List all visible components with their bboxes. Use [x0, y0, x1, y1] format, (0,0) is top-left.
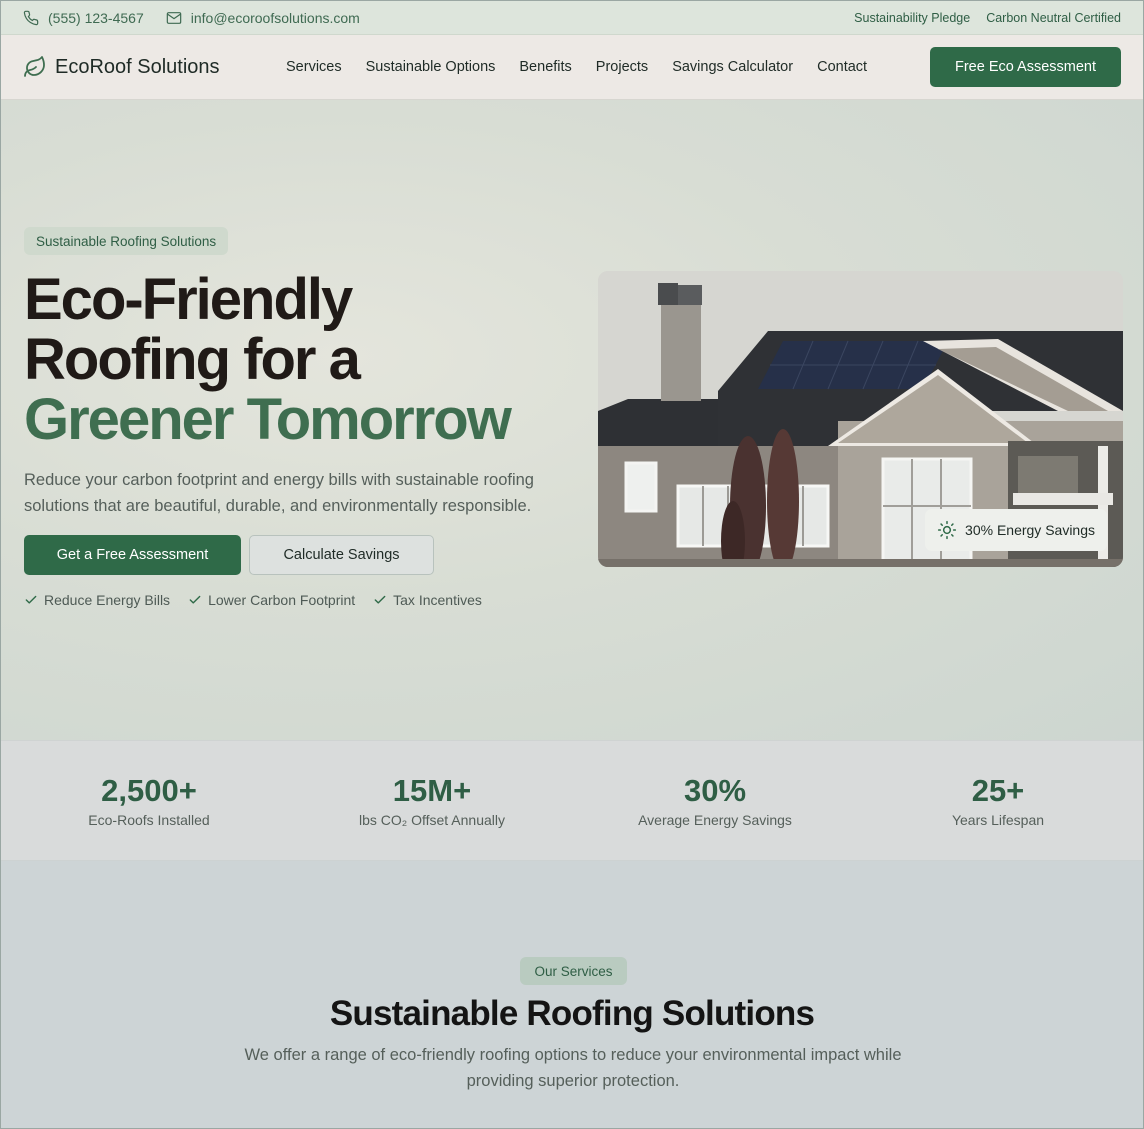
stat-co2-offset: 15M+ lbs CO₂ Offset Annually: [307, 773, 557, 828]
nav-sustainable-options[interactable]: Sustainable Options: [366, 59, 496, 75]
stat-value: 25+: [971, 773, 1025, 808]
check-label: Reduce Energy Bills: [44, 592, 171, 608]
sustainability-pledge-link[interactable]: Sustainability Pledge: [854, 11, 970, 25]
stat-label: lbs CO₂ Offset Annually: [358, 812, 506, 828]
hero-badge: Sustainable Roofing Solutions: [24, 227, 229, 255]
stat-value: 2,500+: [101, 773, 197, 808]
services-section: Our Services Sustainable Roofing Solutio…: [1, 861, 1143, 1128]
hero-section: Sustainable Roofing Solutions Eco-Friend…: [1, 100, 1143, 740]
site-header: EcoRoof Solutions Services Sustainable O…: [1, 35, 1143, 100]
page: (555) 123-4567 info@ecoroofsolutions.com…: [0, 0, 1144, 1129]
calculate-savings-button[interactable]: Calculate Savings: [249, 535, 434, 575]
email-address: info@ecoroofsolutions.com: [190, 9, 360, 26]
check-icon: [24, 593, 38, 607]
headline-highlight: Greener Tomorrow: [24, 387, 512, 452]
check-item: Reduce Energy Bills: [24, 592, 170, 608]
house-photo: 30% Energy Savings: [598, 271, 1123, 567]
energy-savings-label: 30% Energy Savings: [965, 522, 1095, 538]
phone-icon: [23, 10, 39, 26]
nav-projects[interactable]: Projects: [596, 59, 648, 75]
stat-label: Years Lifespan: [951, 812, 1045, 828]
contact-info: (555) 123-4567 info@ecoroofsolutions.com: [23, 10, 360, 26]
headline-line-1: Eco-Friendly: [24, 267, 353, 332]
hero-headline: Eco-Friendly Roofing for a Greener Tomor…: [24, 270, 584, 450]
brand-name: EcoRoof Solutions: [55, 55, 220, 78]
carbon-neutral-link[interactable]: Carbon Neutral Certified: [986, 11, 1121, 25]
top-links: Sustainability Pledge Carbon Neutral Cer…: [854, 11, 1121, 25]
stat-eco-roofs: 2,500+ Eco-Roofs Installed: [24, 773, 274, 828]
nav-savings-calculator[interactable]: Savings Calculator: [672, 59, 793, 75]
sun-icon: [937, 520, 957, 540]
phone-link[interactable]: (555) 123-4567: [23, 10, 144, 26]
hero-subtitle: Reduce your carbon footprint and energy …: [24, 471, 534, 515]
services-title: Sustainable Roofing Solutions: [329, 994, 815, 1033]
nav-services[interactable]: Services: [286, 59, 342, 75]
stat-label: Eco-Roofs Installed: [88, 812, 210, 828]
check-item: Lower Carbon Footprint: [188, 592, 355, 608]
free-eco-assessment-button[interactable]: Free Eco Assessment: [930, 47, 1121, 87]
check-icon: [373, 593, 387, 607]
nav-contact[interactable]: Contact: [817, 59, 867, 75]
stat-value: 15M+: [392, 773, 472, 808]
headline-line-2: Roofing for a: [24, 327, 361, 392]
brand-logo[interactable]: EcoRoof Solutions: [23, 55, 286, 79]
email-link[interactable]: info@ecoroofsolutions.com: [166, 10, 360, 26]
stats-section: 2,500+ Eco-Roofs Installed 15M+ lbs CO₂ …: [1, 740, 1143, 861]
get-free-assessment-button[interactable]: Get a Free Assessment: [24, 535, 241, 575]
stat-value: 30%: [683, 773, 747, 808]
check-label: Lower Carbon Footprint: [208, 592, 356, 608]
mail-icon: [166, 11, 182, 25]
main-nav: Services Sustainable Options Benefits Pr…: [286, 59, 867, 75]
stat-label: Average Energy Savings: [638, 812, 792, 828]
phone-number: (555) 123-4567: [48, 9, 144, 26]
leaf-icon: [23, 55, 47, 79]
services-badge: Our Services: [520, 957, 627, 985]
stat-lifespan: 25+ Years Lifespan: [873, 773, 1123, 828]
check-icon: [188, 593, 202, 607]
services-subtitle: We offer a range of eco-friendly roofing…: [244, 1046, 902, 1090]
check-item: Tax Incentives: [373, 592, 482, 608]
stat-energy-savings: 30% Average Energy Savings: [590, 773, 840, 828]
top-bar: (555) 123-4567 info@ecoroofsolutions.com…: [1, 1, 1143, 35]
benefit-checklist: Reduce Energy Bills Lower Carbon Footpri…: [24, 592, 482, 608]
energy-savings-badge: 30% Energy Savings: [925, 509, 1107, 551]
nav-benefits[interactable]: Benefits: [519, 59, 571, 75]
check-label: Tax Incentives: [393, 592, 482, 608]
